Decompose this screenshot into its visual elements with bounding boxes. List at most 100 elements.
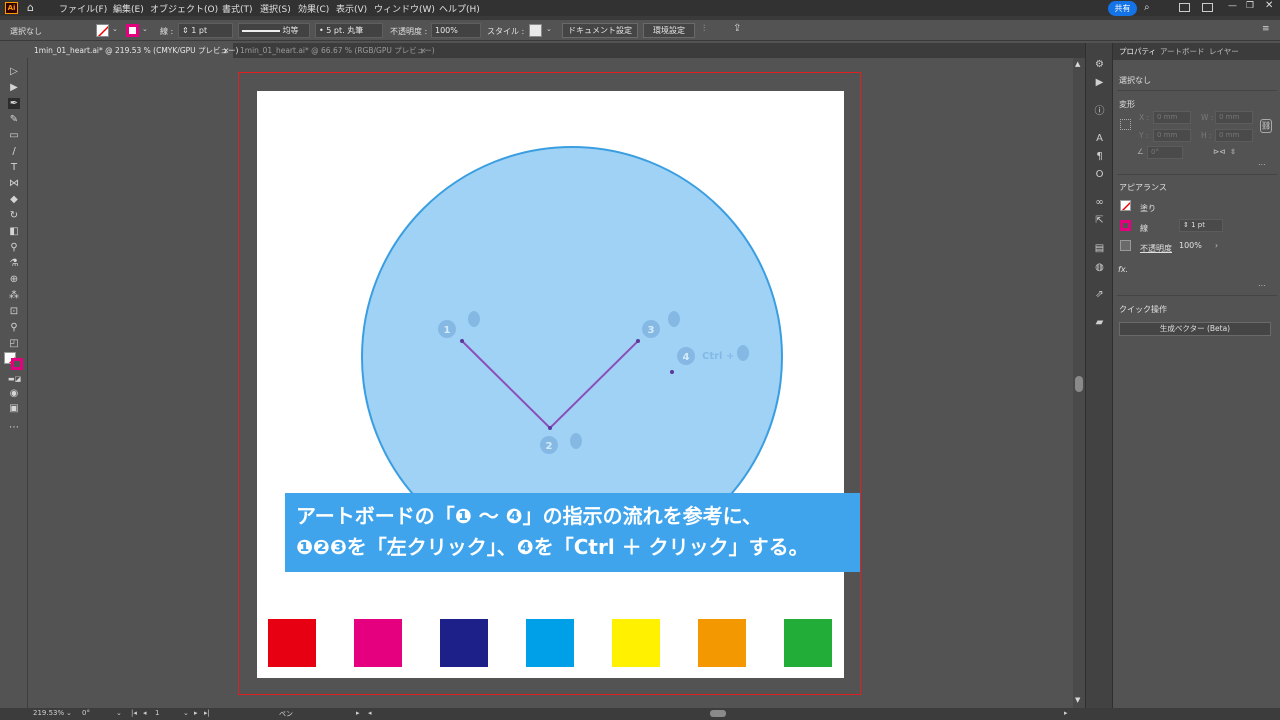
panel-selection-status: 選択なし [1119, 76, 1151, 85]
links-icon[interactable]: ∞ [1093, 197, 1106, 209]
w-label: W : [1201, 113, 1214, 122]
divider [1117, 174, 1277, 175]
share-button[interactable]: 共有 [1108, 1, 1137, 16]
stroke-label[interactable]: 線 [1140, 223, 1148, 234]
tab-artboards[interactable]: アートボード [1160, 43, 1205, 60]
caption-line-1: アートボードの「❶ 〜 ❹」の指示の流れを参考に、 [296, 504, 762, 528]
opacity-expand-icon[interactable]: › [1215, 241, 1218, 250]
minimize-icon[interactable]: — [1228, 1, 1237, 11]
anchor-point[interactable] [636, 339, 640, 343]
tab-layers[interactable]: レイヤー [1209, 43, 1239, 60]
rotation-value[interactable]: 0° [82, 709, 90, 717]
scroll-down-icon[interactable]: ▼ [1075, 696, 1080, 704]
fx-label[interactable]: fx. [1118, 265, 1128, 274]
mouse-icon [668, 311, 680, 327]
next-artboard-icon[interactable]: ▸ [194, 709, 198, 717]
status-bar: 219.53% ⌄ 0° ⌄ |◂ ◂ 1 ⌄ ▸ ▸| ペン ▸ ◂ ▸ [0, 708, 1280, 720]
actions-icon[interactable]: ▶ [1093, 77, 1106, 89]
appearance-title: アピアランス [1119, 183, 1167, 192]
asset-export-icon[interactable]: ⇗ [1093, 289, 1106, 301]
status-menu-icon[interactable]: ▸ [356, 709, 360, 717]
opacity-swatch-icon [1120, 240, 1131, 251]
properties-panel: プロパティ アートボード レイヤー 選択なし 変形 X : 0 mm W : 0… [1112, 43, 1280, 708]
current-tool-name: ペン [279, 710, 293, 718]
brushes-icon[interactable]: ◍ [1093, 262, 1106, 274]
panel-menu-icon[interactable]: ≡ [1262, 24, 1270, 34]
divider [1117, 90, 1277, 91]
rotation-dropdown-icon[interactable]: ⌄ [116, 709, 122, 717]
x-field[interactable]: 0 mm [1153, 111, 1191, 124]
divider [1117, 295, 1277, 296]
transform-title: 変形 [1119, 100, 1135, 109]
mouse-icon [737, 345, 749, 361]
flip-horizontal-icon[interactable]: ⊳⊲ [1213, 147, 1226, 156]
x-label: X : [1139, 113, 1150, 122]
stepper-icon: ⇕ [1183, 221, 1192, 229]
opacity-value[interactable]: 100% [1179, 241, 1202, 250]
stroke-weight-value: 1 pt [1191, 221, 1205, 229]
artboard-index[interactable]: 1 [155, 709, 159, 717]
hscroll-thumb[interactable] [710, 710, 726, 717]
caption-line-2: ❶❷❸を「左クリック」、❹を「Ctrl ＋ クリック」する。 [296, 535, 809, 559]
first-artboard-icon[interactable]: |◂ [131, 709, 137, 717]
scroll-thumb[interactable] [1075, 376, 1083, 392]
mouse-icon [570, 433, 582, 449]
swatch-cyan[interactable] [526, 619, 574, 667]
tab-properties[interactable]: プロパティ [1119, 43, 1156, 60]
scroll-up-icon[interactable]: ▲ [1075, 60, 1080, 68]
more-options-icon[interactable]: ⋯ [1258, 160, 1266, 169]
zoom-dropdown-icon[interactable]: ⌄ [66, 709, 72, 717]
angle-icon: ∠ [1137, 147, 1144, 156]
opacity-label[interactable]: 不透明度 [1140, 243, 1172, 254]
export-icon[interactable]: ⇱ [1093, 215, 1106, 227]
swatch-red[interactable] [268, 619, 316, 667]
last-artboard-icon[interactable]: ▸| [204, 709, 210, 717]
prev-artboard-icon[interactable]: ◂ [143, 709, 147, 717]
properties-icon[interactable]: ⚙ [1093, 59, 1106, 71]
workspace-icon[interactable] [1202, 3, 1213, 12]
swatch-green[interactable] [784, 619, 832, 667]
close-window-icon[interactable]: ✕ [1265, 0, 1273, 11]
hscroll-left-icon[interactable]: ◂ [368, 709, 372, 717]
angle-field[interactable]: 0° [1147, 146, 1183, 159]
generative-vector-button[interactable]: 生成ベクター (Beta) [1119, 322, 1271, 336]
y-field[interactable]: 0 mm [1153, 129, 1191, 142]
more-options-icon[interactable]: ⋯ [1258, 281, 1266, 290]
paragraph-icon[interactable]: ¶ [1093, 151, 1106, 163]
swatch-navy[interactable] [440, 619, 488, 667]
zoom-level[interactable]: 219.53% [33, 709, 64, 717]
instruction-caption: アートボードの「❶ 〜 ❹」の指示の流れを参考に、 ❶❷❸を「左クリック」、❹を… [285, 493, 860, 572]
comments-icon[interactable]: ▰ [1093, 317, 1106, 329]
anchor-point[interactable] [460, 339, 464, 343]
character-icon[interactable]: A [1093, 133, 1106, 145]
artwork-layer: 1 2 3 4 Ctrl + [361, 146, 783, 568]
flip-vertical-icon[interactable]: ⇳ [1230, 147, 1236, 156]
panel-icon-strip: ⚙ ▶ ⓘ A ¶ O ∞ ⇱ ▤ ◍ ⇗ ▰ [1085, 43, 1112, 708]
fill-none-icon[interactable] [1120, 200, 1131, 211]
restore-icon[interactable]: ❐ [1246, 1, 1254, 11]
constrain-proportions-icon[interactable]: ⛓ [1260, 119, 1272, 133]
swatch-yellow[interactable] [612, 619, 660, 667]
stroke-weight-field[interactable]: ⇕ 1 pt [1179, 219, 1223, 232]
fill-label[interactable]: 塗り [1140, 203, 1156, 214]
hscroll-right-icon[interactable]: ▸ [1064, 709, 1068, 717]
artboard-dropdown-icon[interactable]: ⌄ [183, 709, 189, 717]
libraries-icon[interactable]: ▤ [1093, 243, 1106, 255]
swatch-orange[interactable] [698, 619, 746, 667]
reference-point-icon[interactable] [1120, 119, 1131, 130]
vertical-scrollbar[interactable]: ▲ ▼ [1073, 58, 1085, 708]
step-number: 2 [546, 441, 553, 452]
arrange-documents-icon[interactable] [1179, 3, 1190, 12]
anchor-point[interactable] [548, 426, 552, 430]
step-number: 4 [683, 352, 690, 363]
anchor-point[interactable] [670, 370, 674, 374]
swatch-magenta[interactable] [354, 619, 402, 667]
h-field[interactable]: 0 mm [1215, 129, 1253, 142]
stroke-swatch-icon[interactable] [1120, 220, 1131, 231]
search-icon[interactable]: ⌕ [1144, 2, 1150, 13]
info-icon[interactable]: ⓘ [1093, 106, 1106, 118]
step-number: 1 [444, 325, 451, 336]
none-slash-icon [1121, 201, 1130, 210]
opentype-icon[interactable]: O [1093, 169, 1106, 181]
w-field[interactable]: 0 mm [1215, 111, 1253, 124]
